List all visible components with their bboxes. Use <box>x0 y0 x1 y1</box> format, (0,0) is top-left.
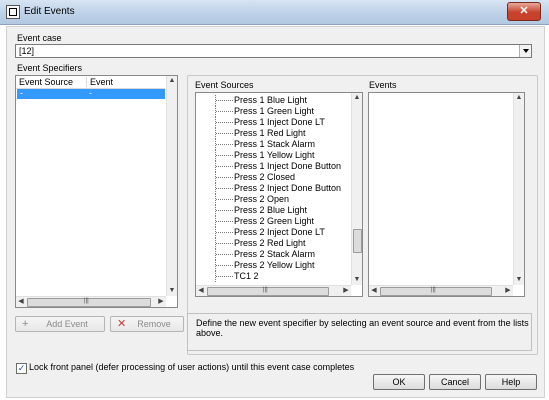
event-case-label: Event case <box>17 33 62 43</box>
tree-item[interactable]: Press 1 Stack Alarm <box>196 139 346 150</box>
scroll-up-icon[interactable]: ▲ <box>352 93 362 103</box>
tree-item[interactable]: Press 2 Yellow Light <box>196 260 346 271</box>
cancel-button[interactable]: Cancel <box>429 374 481 390</box>
tree-item[interactable]: Press 2 Red Light <box>196 238 346 249</box>
info-box: Define the new event specifier by select… <box>187 313 532 351</box>
column-event-source[interactable]: Event Source <box>19 77 73 87</box>
tree-item[interactable]: Press 1 Blue Light <box>196 95 346 106</box>
specifiers-vscroll[interactable]: ▲ ▼ <box>166 76 177 296</box>
remove-label: Remove <box>137 319 171 329</box>
sources-hscroll-thumb[interactable]: ||| <box>207 287 329 296</box>
events-vscroll[interactable]: ▲ ▼ <box>513 93 524 285</box>
events-label: Events <box>369 80 397 90</box>
window-title: Edit Events <box>24 6 75 17</box>
scroll-up-icon[interactable]: ▲ <box>167 76 177 86</box>
close-button[interactable]: ✕ <box>507 2 541 21</box>
tree-item[interactable]: Press 1 Yellow Light <box>196 150 346 161</box>
tree-item[interactable]: Press 1 Inject Done LT <box>196 117 346 128</box>
scroll-left-icon[interactable]: ◀ <box>16 297 26 307</box>
specifiers-hscroll[interactable]: ◀ ||| ▶ <box>16 296 166 307</box>
event-sources-items: Press 1 Blue Light Press 1 Green Light P… <box>196 95 351 283</box>
plus-icon: + <box>22 318 29 330</box>
add-event-label: Add Event <box>46 319 88 329</box>
tree-item[interactable]: Press 1 Green Light <box>196 106 346 117</box>
window-icon <box>6 5 20 19</box>
row-event: - <box>89 88 92 98</box>
sources-hscroll[interactable]: ◀ ||| ▶ <box>196 285 351 296</box>
event-sources-label: Event Sources <box>195 80 254 90</box>
event-specifiers-list[interactable]: Event Source Event - - ▲ ▼ ◀ ||| ▶ <box>15 75 178 308</box>
tree-item[interactable]: Press 1 Red Light <box>196 128 346 139</box>
tree-item[interactable]: Press 2 Blue Light <box>196 205 346 216</box>
scroll-up-icon[interactable]: ▲ <box>514 93 524 103</box>
tree-item[interactable]: Press 1 Inject Done Button <box>196 161 346 172</box>
remove-x-icon: ✕ <box>117 318 127 330</box>
chevron-down-icon[interactable] <box>519 45 531 57</box>
remove-button[interactable]: ✕ Remove <box>110 316 184 332</box>
scroll-left-icon[interactable]: ◀ <box>369 286 379 296</box>
event-case-dropdown[interactable]: [12] <box>15 44 532 58</box>
lock-front-panel-checkbox[interactable]: ✓ <box>16 363 27 374</box>
tree-item[interactable]: Press 2 Open <box>196 194 346 205</box>
scroll-down-icon[interactable]: ▼ <box>167 286 177 296</box>
help-button[interactable]: Help <box>485 374 537 390</box>
table-row[interactable]: - - <box>17 88 165 99</box>
ok-button[interactable]: OK <box>373 374 425 390</box>
tree-item[interactable]: Press 2 Closed <box>196 172 346 183</box>
scroll-down-icon[interactable]: ▼ <box>514 275 524 285</box>
event-sources-tree[interactable]: Press 1 Blue Light Press 1 Green Light P… <box>195 92 363 297</box>
row-event-source: - <box>20 88 23 98</box>
scroll-down-icon[interactable]: ▼ <box>352 275 362 285</box>
events-hscroll[interactable]: ◀ ||| ▶ <box>369 285 513 296</box>
scroll-right-icon[interactable]: ▶ <box>341 286 351 296</box>
column-event[interactable]: Event <box>86 77 113 87</box>
grip-icon: ||| <box>431 287 436 293</box>
tree-item[interactable]: Press 2 Inject Done LT <box>196 227 346 238</box>
grip-icon: ||| <box>263 287 268 293</box>
dialog-body: Event case [12] Event Specifiers Event S… <box>6 26 545 398</box>
tree-item[interactable]: Press 2 Inject Done Button <box>196 183 346 194</box>
scroll-right-icon[interactable]: ▶ <box>156 297 166 307</box>
event-case-value: [12] <box>19 46 35 56</box>
tree-item[interactable]: TC1 2 <box>196 271 346 282</box>
specifiers-hscroll-thumb[interactable]: ||| <box>27 298 151 307</box>
title-bar: Edit Events ✕ <box>0 0 549 25</box>
tree-item[interactable]: Press 2 Green Light <box>196 216 346 227</box>
tree-item[interactable]: Press 2 Stack Alarm <box>196 249 346 260</box>
sources-vscroll[interactable]: ▲ ▼ <box>351 93 362 285</box>
sources-vscroll-thumb[interactable] <box>353 229 362 253</box>
event-specifiers-label: Event Specifiers <box>17 63 83 73</box>
events-list[interactable]: ▲ ▼ ◀ ||| ▶ <box>368 92 525 297</box>
scroll-right-icon[interactable]: ▶ <box>503 286 513 296</box>
info-text: Define the new event specifier by select… <box>196 318 529 338</box>
scroll-left-icon[interactable]: ◀ <box>196 286 206 296</box>
lock-front-panel-label: Lock front panel (defer processing of us… <box>29 362 355 372</box>
add-event-button[interactable]: + Add Event <box>15 316 105 332</box>
grip-icon: ||| <box>84 298 89 304</box>
events-hscroll-thumb[interactable]: ||| <box>380 287 492 296</box>
